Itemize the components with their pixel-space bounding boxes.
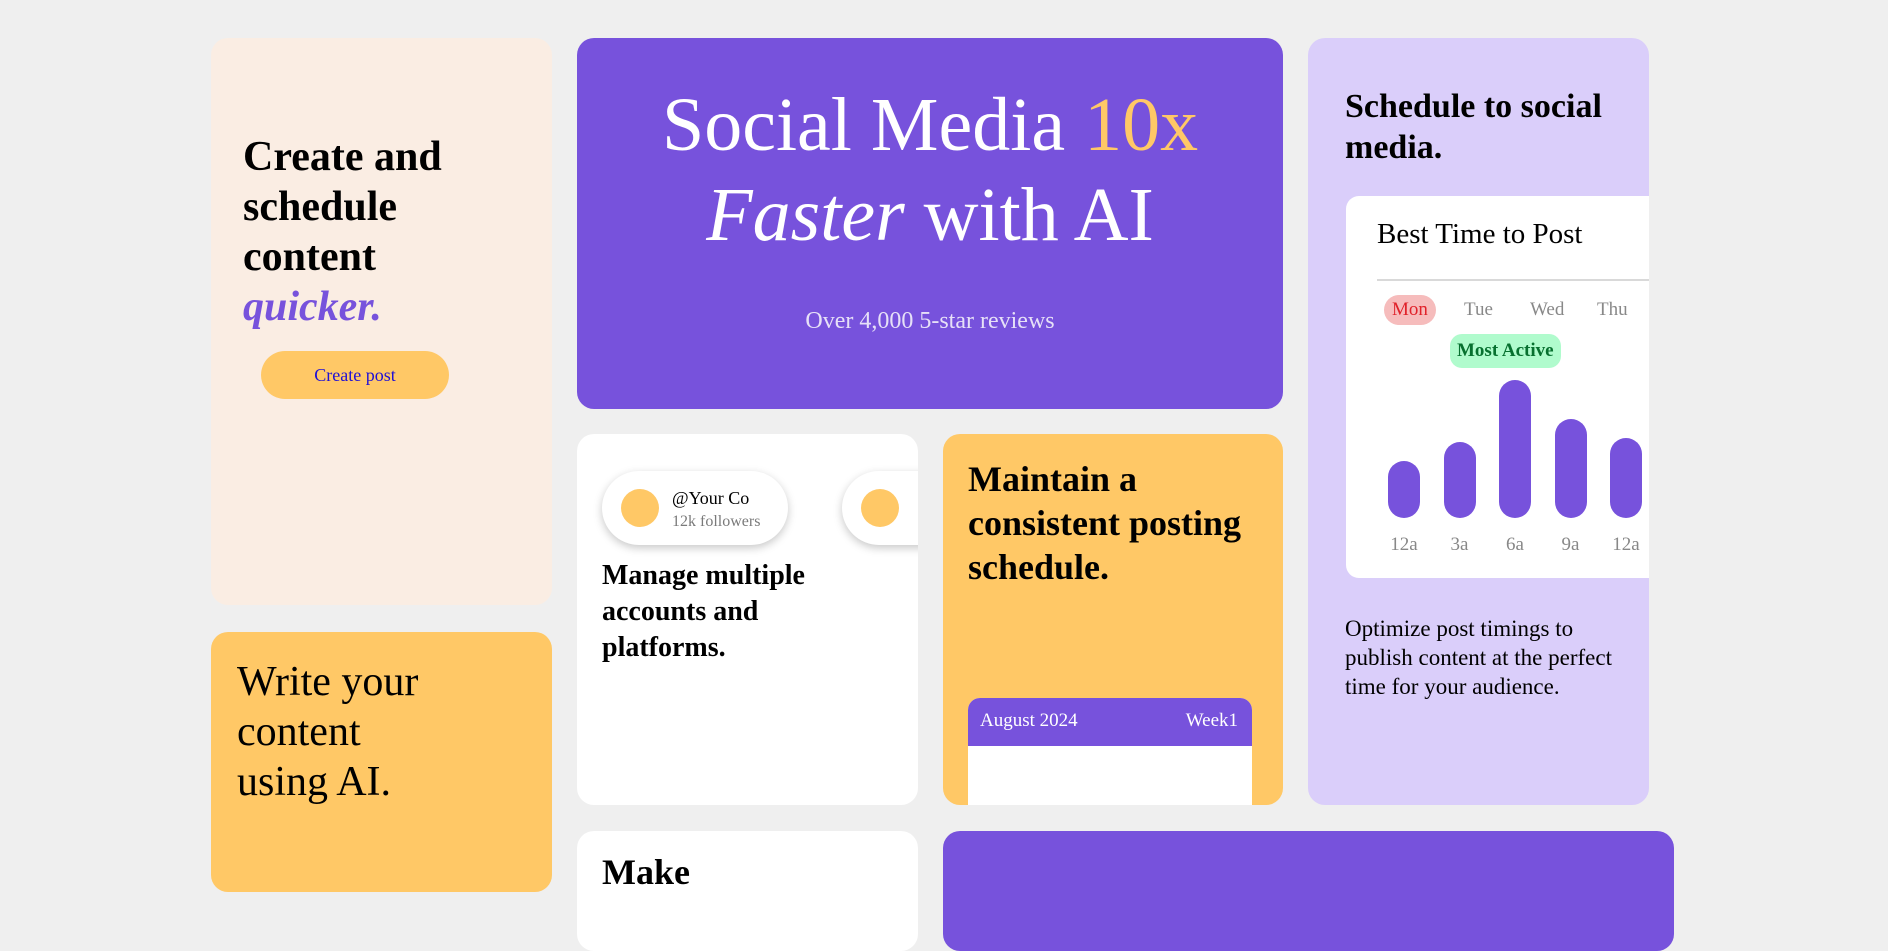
social-title: Schedule to social media.: [1345, 88, 1602, 166]
best-time-widget: Best Time to Post Mon Tue Wed Thu Most A…: [1346, 196, 1649, 578]
title-line-3: using AI.: [237, 759, 392, 805]
chart-bar: [1610, 438, 1642, 518]
title-line-1: Create and: [243, 134, 442, 180]
create-schedule-title: Create and schedule content quicker.: [243, 132, 503, 332]
headline-part-1: Social Media: [661, 83, 1085, 167]
headline-italic: Faster: [706, 173, 905, 257]
write-ai-title: Write your content using AI.: [237, 657, 477, 807]
consistent-title: Maintain a consistent posting schedule.: [968, 459, 1242, 587]
create-post-button[interactable]: Create post: [261, 351, 449, 399]
best-time-title: Best Time to Post: [1377, 218, 1583, 250]
day-wed[interactable]: Wed: [1530, 295, 1564, 325]
write-ai-card: Write your content using AI.: [211, 632, 552, 892]
hero-headline: Social Media 10x Faster with AI: [577, 80, 1283, 260]
day-thu[interactable]: Thu: [1597, 295, 1628, 325]
chart-bar: [1443, 442, 1476, 518]
hero-card: Social Media 10x Faster with AI Over 4,0…: [577, 38, 1283, 409]
chart-bar: [1554, 419, 1587, 518]
headline-accent: 10x: [1084, 83, 1199, 167]
account-pill[interactable]: @Your Co 12k followers: [602, 471, 788, 545]
chart-tick-label: 12a: [1390, 534, 1418, 555]
chart-tick-label: 3a: [1450, 534, 1469, 555]
consistent-schedule-card: Maintain a consistent posting schedule. …: [943, 434, 1283, 805]
day-mon[interactable]: Mon: [1384, 295, 1436, 325]
title-line-2: content: [237, 709, 361, 755]
headline-part-2: with AI: [904, 173, 1154, 257]
account-followers: 12k followers: [672, 513, 761, 530]
chart-bar: [1388, 461, 1420, 518]
calendar-month: August 2024: [980, 710, 1078, 731]
social-description: Optimize post timings to publish content…: [1345, 616, 1612, 699]
chart-tick-label: 9a: [1561, 534, 1580, 555]
title-line-3: content: [243, 234, 376, 280]
chart-bar: [1499, 380, 1531, 518]
title-accent: quicker.: [243, 284, 382, 330]
chart-tick-label: 6a: [1506, 534, 1524, 555]
account-handle: @Your Co: [672, 488, 750, 508]
day-tue[interactable]: Tue: [1464, 295, 1493, 325]
reviews-text: Over 4,000 5-star reviews: [805, 308, 1055, 334]
title-line-2: schedule: [243, 184, 398, 230]
bottom-card-purple: [943, 831, 1674, 951]
calendar-header: August 2024 Week1: [968, 698, 1252, 746]
bottom-card-title: Make: [602, 852, 690, 892]
avatar: [861, 489, 899, 527]
avatar: [621, 489, 659, 527]
calendar-week: Week1: [1185, 710, 1238, 731]
bottom-card-white: Make: [577, 831, 918, 951]
calendar-widget: August 2024 Week1: [968, 698, 1252, 805]
title-line-1: Write your: [237, 659, 419, 705]
divider: [1377, 279, 1649, 281]
accounts-card: @Your Co 12k followers Manage multiple a…: [577, 434, 918, 805]
social-schedule-card: Schedule to social media. Best Time to P…: [1308, 38, 1649, 805]
create-schedule-card: Create and schedule content quicker. Cre…: [211, 38, 552, 605]
chart-tick-label: 12a: [1612, 534, 1640, 555]
account-pill-partial[interactable]: [842, 471, 918, 545]
most-active-badge: Most Active: [1450, 334, 1561, 368]
accounts-title: Manage multiple accounts and platforms.: [602, 560, 805, 663]
